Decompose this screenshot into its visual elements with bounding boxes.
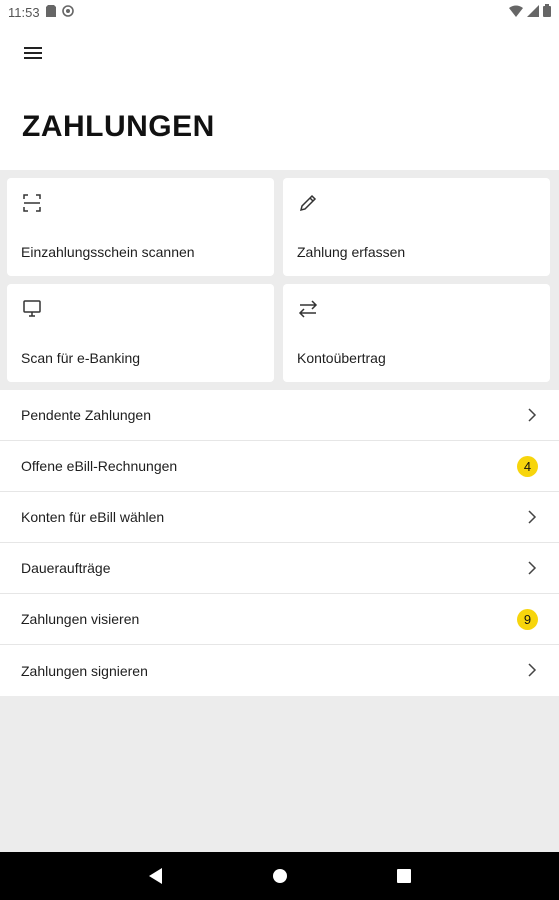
- tile-label: Zahlung erfassen: [297, 244, 406, 260]
- page-header: ZAHLUNGEN: [0, 24, 559, 170]
- list-item-label: Zahlungen signieren: [21, 662, 148, 679]
- tile-label: Kontoübertrag: [297, 350, 386, 366]
- payments-menu-list: Pendente Zahlungen Offene eBill-Rechnung…: [0, 390, 559, 696]
- monitor-icon: [21, 298, 43, 320]
- status-bar: 11:53: [0, 0, 559, 24]
- tile-label: Scan für e-Banking: [21, 350, 141, 366]
- chevron-right-icon: [527, 663, 537, 677]
- list-item-label: Offene eBill-Rechnungen: [21, 458, 178, 474]
- action-tiles: Einzahlungsschein scannen Zahlung erfass…: [7, 178, 552, 382]
- scan-icon: [21, 192, 43, 214]
- page-title: ZAHLUNGEN: [22, 110, 215, 143]
- list-item-approve-payments[interactable]: Zahlungen visieren 9: [0, 594, 559, 645]
- list-item-label: Daueraufträge: [21, 560, 111, 576]
- system-nav-bar: [0, 852, 559, 900]
- battery-icon: [543, 4, 551, 20]
- count-badge: 9: [517, 609, 538, 630]
- recents-icon[interactable]: [392, 864, 416, 888]
- status-time: 11:53: [8, 4, 40, 20]
- hamburger-menu-icon[interactable]: [18, 42, 48, 64]
- list-item-standing-orders[interactable]: Daueraufträge: [0, 543, 559, 594]
- list-item-ebill-accounts[interactable]: Konten für eBill wählen: [0, 492, 559, 543]
- pencil-icon: [297, 192, 319, 214]
- list-item-label: Zahlungen visieren: [21, 611, 140, 627]
- sd-card-icon: [45, 4, 56, 20]
- tile-capture-payment[interactable]: Zahlung erfassen: [283, 178, 550, 276]
- count-badge: 4: [517, 456, 538, 477]
- tile-scan-ebanking[interactable]: Scan für e-Banking: [7, 284, 274, 382]
- list-item-label: Pendente Zahlungen: [21, 407, 151, 423]
- tile-account-transfer[interactable]: Kontoübertrag: [283, 284, 550, 382]
- tile-scan-payment-slip[interactable]: Einzahlungsschein scannen: [7, 178, 274, 276]
- list-item-open-ebill[interactable]: Offene eBill-Rechnungen 4: [0, 441, 559, 492]
- chevron-right-icon: [527, 408, 537, 422]
- chevron-right-icon: [527, 510, 537, 524]
- signal-icon: [527, 4, 539, 20]
- chevron-right-icon: [527, 561, 537, 575]
- back-icon[interactable]: [144, 864, 168, 888]
- wifi-icon: [509, 5, 523, 20]
- list-item-label: Konten für eBill wählen: [21, 509, 165, 525]
- home-icon[interactable]: [268, 864, 292, 888]
- tile-label: Einzahlungsschein scannen: [21, 244, 195, 260]
- transfer-icon: [297, 298, 319, 320]
- sync-icon: [61, 4, 74, 20]
- list-item-sign-payments[interactable]: Zahlungen signieren: [0, 645, 559, 696]
- list-item-pending-payments[interactable]: Pendente Zahlungen: [0, 390, 559, 441]
